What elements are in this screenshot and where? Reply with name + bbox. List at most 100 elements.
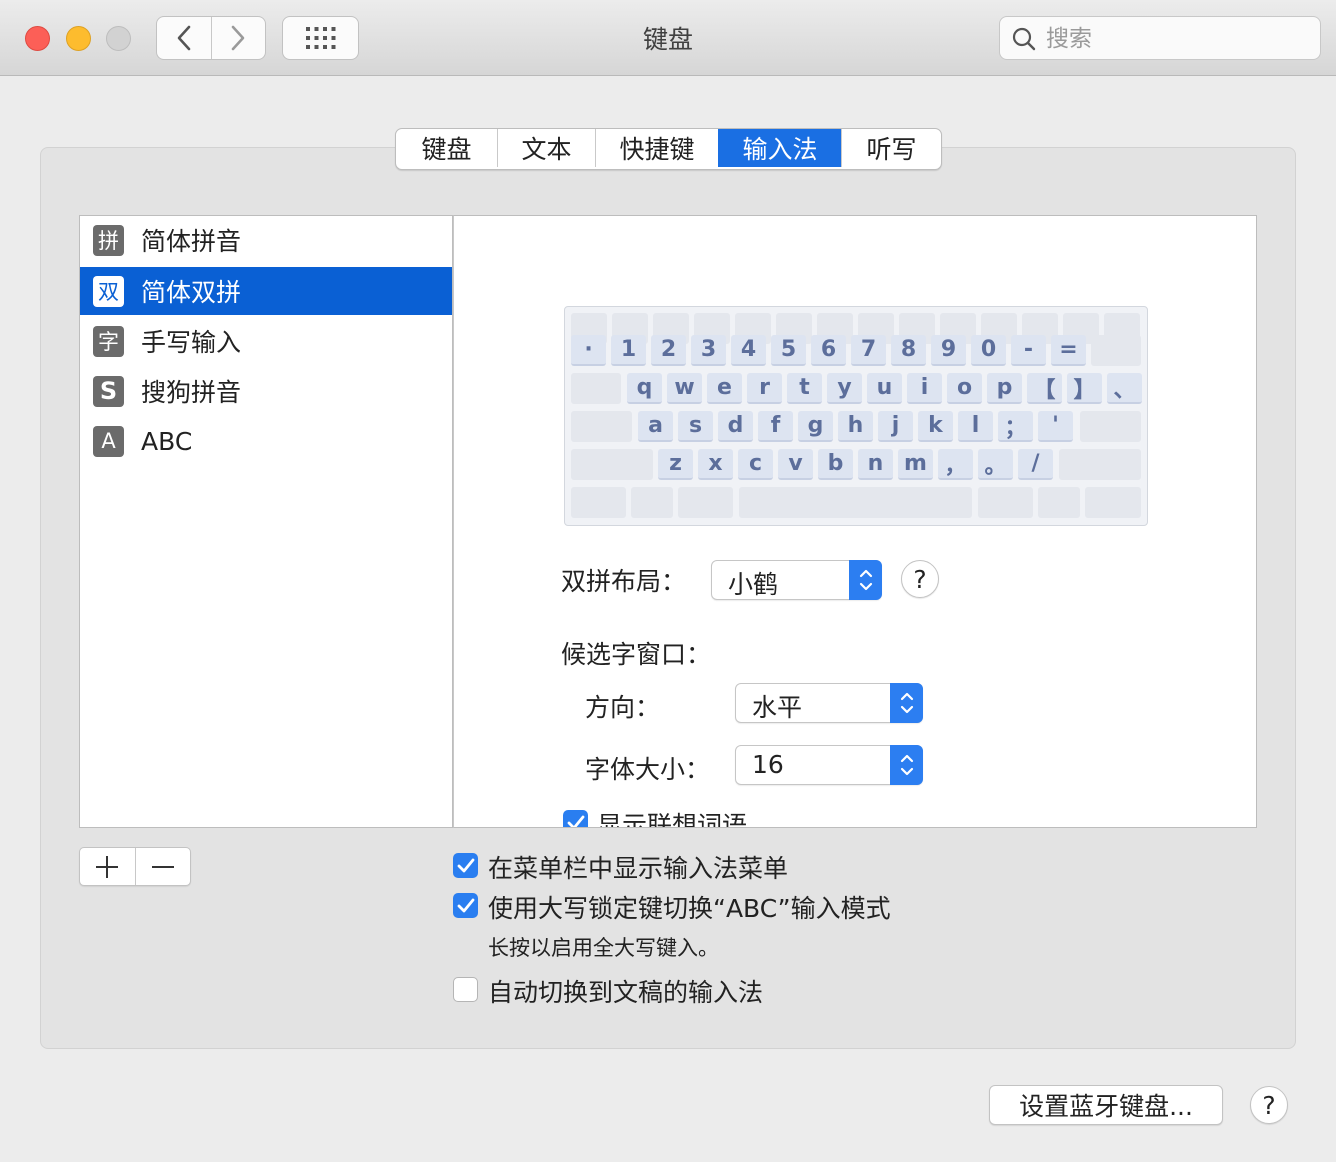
keyboard-key: e [707, 373, 742, 404]
keyboard-key: 6 [811, 335, 846, 366]
auto-switch-checkbox[interactable] [453, 977, 478, 1002]
keyboard-key-blank [1085, 487, 1141, 518]
pinyin-icon: 拼 [93, 224, 124, 256]
back-button[interactable] [157, 17, 211, 59]
show-menu-label: 在菜单栏中显示输入法菜单 [488, 854, 789, 883]
tab-shortcuts[interactable]: 快捷键 [595, 129, 718, 167]
layout-value: 小鹤 [728, 570, 779, 599]
input-source-list: 拼 简体拼音 双 简体双拼 字 手写输入 S 搜狗拼音 A ABC [79, 215, 453, 828]
list-item-label: 简体拼音 [141, 227, 242, 256]
keyboard-key-blank [1059, 449, 1141, 480]
layout-help-button[interactable]: ? [901, 560, 939, 598]
forward-button[interactable] [210, 17, 266, 59]
chevron-left-icon [177, 25, 191, 51]
predictive-text-checkbox[interactable] [563, 810, 588, 827]
keyboard-key-blank [631, 487, 673, 518]
tab-text[interactable]: 文本 [497, 129, 595, 167]
auto-switch-label: 自动切换到文稿的输入法 [488, 978, 764, 1007]
keyboard-key: x [698, 449, 733, 480]
list-item-sogou[interactable]: S 搜狗拼音 [80, 367, 452, 415]
updown-chevron-icon [890, 683, 923, 723]
keyboard-key-blank [1080, 411, 1141, 442]
keyboard-key: j [878, 411, 913, 442]
candidate-window-label: 候选字窗口： [561, 640, 712, 669]
close-window-button[interactable] [25, 26, 50, 51]
keyboard-key: 0 [971, 335, 1006, 366]
list-item-abc[interactable]: A ABC [80, 417, 452, 465]
keyboard-key: 8 [891, 335, 926, 366]
plus-icon [96, 855, 119, 878]
keyboard-key: p [987, 373, 1022, 404]
keyboard-key: ； [998, 411, 1033, 442]
keyboard-key: m [898, 449, 933, 480]
caps-lock-switch-label: 使用大写锁定键切换“ABC”输入模式 [488, 894, 891, 923]
predictive-text-label: 显示联想词语 [597, 811, 748, 828]
list-item-label: 手写输入 [141, 328, 242, 357]
add-input-source-button[interactable] [80, 848, 135, 885]
shuangpin-icon: 双 [93, 275, 124, 307]
keyboard-key: o [947, 373, 982, 404]
keyboard-key: r [747, 373, 782, 404]
search-field[interactable] [999, 16, 1321, 60]
layout-popup[interactable]: 小鹤 [711, 560, 882, 600]
keyboard-key: 5 [771, 335, 806, 366]
updown-chevron-icon [849, 560, 882, 600]
handwriting-icon: 字 [93, 325, 124, 357]
caps-lock-note: 长按以启用全大写键入。 [488, 936, 719, 960]
list-item-pinyin[interactable]: 拼 简体拼音 [80, 216, 452, 264]
minus-icon [151, 865, 174, 868]
keyboard-key: y [827, 373, 862, 404]
list-item-label: ABC [141, 426, 193, 456]
zoom-window-button[interactable] [106, 26, 131, 51]
remove-input-source-button[interactable] [134, 848, 191, 885]
list-item-label: 简体双拼 [141, 278, 242, 307]
keyboard-key: a [638, 411, 673, 442]
direction-popup[interactable]: 水平 [735, 683, 923, 723]
keyboard-key: f [758, 411, 793, 442]
tab-bar: 键盘 文本 快捷键 输入法 听写 [395, 128, 942, 170]
search-input[interactable] [1044, 22, 1308, 56]
tab-input-sources[interactable]: 输入法 [718, 129, 841, 167]
list-item-shuangpin[interactable]: 双 简体双拼 [80, 267, 452, 315]
keyboard-key-blank [1091, 335, 1141, 366]
minimize-window-button[interactable] [66, 26, 91, 51]
keyboard-key: t [787, 373, 822, 404]
keyboard-key: v [778, 449, 813, 480]
keyboard-key: g [798, 411, 833, 442]
keyboard-key: 】 [1067, 373, 1102, 404]
keyboard-key: w [667, 373, 702, 404]
keyboard-key: - [1011, 335, 1046, 366]
caps-lock-switch-checkbox[interactable] [453, 893, 478, 918]
tab-dictation[interactable]: 听写 [841, 129, 941, 167]
tab-keyboard[interactable]: 键盘 [396, 129, 497, 167]
keyboard-key: q [627, 373, 662, 404]
list-item-handwriting[interactable]: 字 手写输入 [80, 317, 452, 365]
title-bar: 键盘 [0, 0, 1336, 76]
keyboard-key: 7 [851, 335, 886, 366]
keyboard-key-blank [739, 487, 972, 518]
keyboard-key: u [867, 373, 902, 404]
list-item-label: 搜狗拼音 [141, 378, 242, 407]
keyboard-key: h [838, 411, 873, 442]
keyboard-key: 3 [691, 335, 726, 366]
font-size-popup[interactable]: 16 [735, 745, 923, 785]
direction-label: 方向： [585, 693, 661, 722]
keyboard-key: = [1051, 335, 1086, 366]
sogou-icon: S [93, 375, 124, 407]
input-source-detail: · 1 2 3 4 5 6 7 8 9 0- = q w e r t y u i o p 【】、 a s d f g h j k l； ' z x c… [453, 215, 1257, 828]
keyboard-key: 1 [611, 335, 646, 366]
keyboard-key: · [571, 335, 606, 366]
show-menu-checkbox[interactable] [453, 853, 478, 878]
layout-label: 双拼布局： [561, 567, 687, 596]
setup-bluetooth-keyboard-button[interactable]: 设置蓝牙键盘... [989, 1085, 1223, 1125]
show-all-button[interactable] [282, 16, 359, 60]
checkmark-icon [457, 898, 474, 912]
keyboard-key: 。 [978, 449, 1013, 480]
checkmark-icon [567, 815, 584, 827]
checkmark-icon [457, 858, 474, 872]
help-button[interactable]: ? [1250, 1086, 1288, 1124]
keyboard-key-blank [571, 411, 632, 442]
keyboard-key-blank [978, 487, 1033, 518]
keyboard-key: b [818, 449, 853, 480]
keyboard-key: s [678, 411, 713, 442]
